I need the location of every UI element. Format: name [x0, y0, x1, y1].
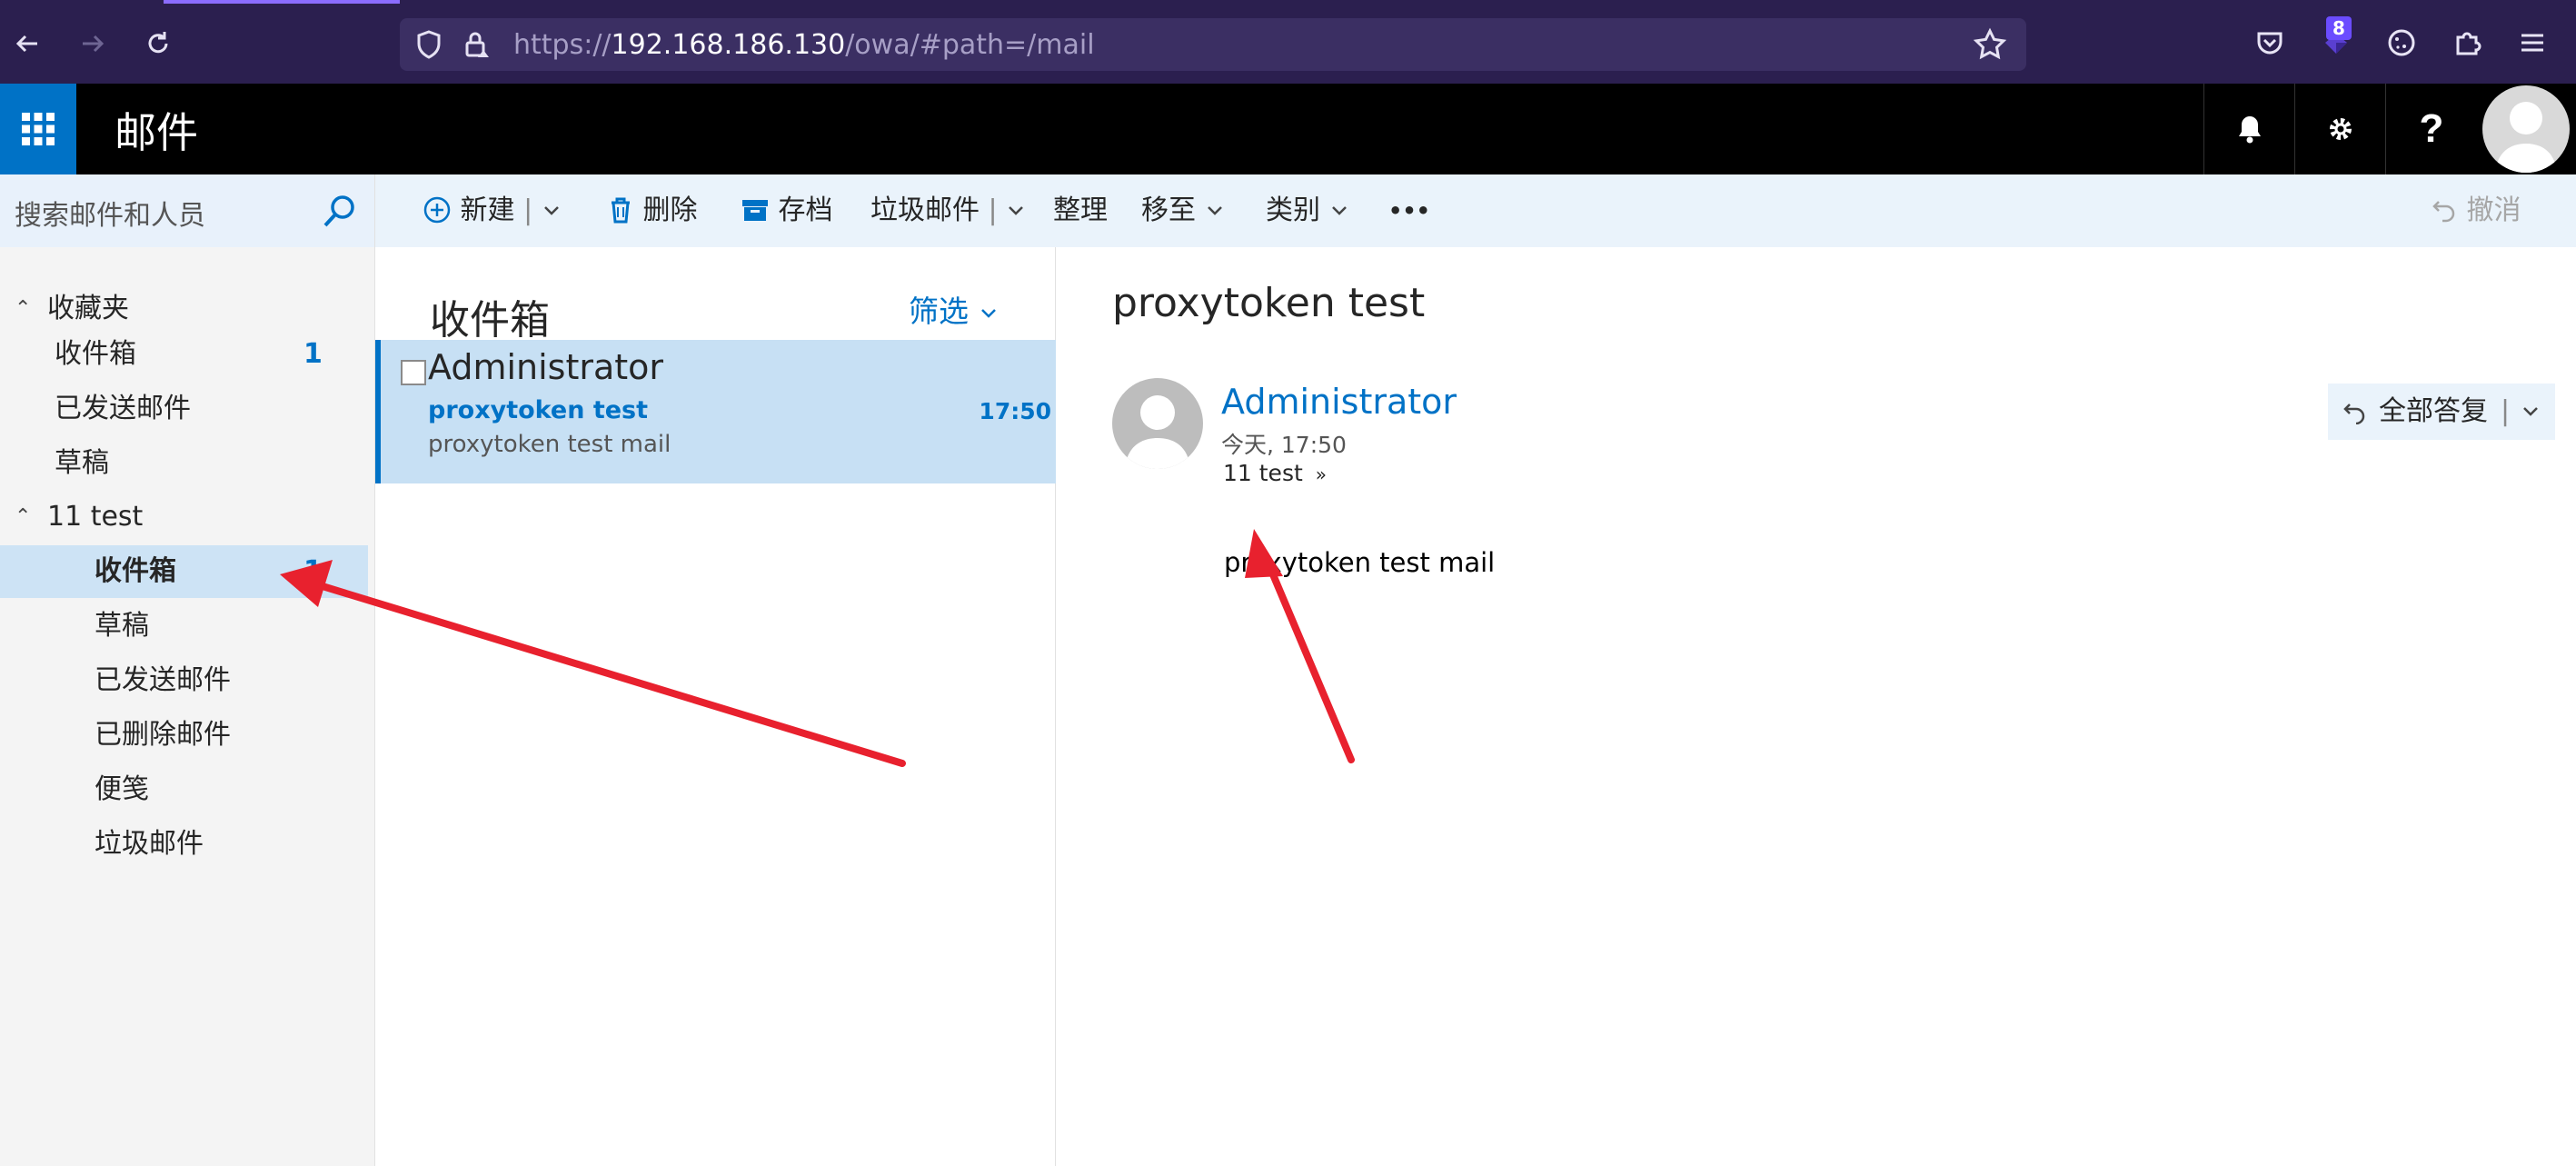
search-icon[interactable]	[320, 193, 358, 234]
reload-icon[interactable]	[138, 24, 178, 64]
chevron-down-icon[interactable]	[1006, 194, 1026, 226]
expand-recipients-icon[interactable]: »	[1316, 463, 1327, 485]
help-icon[interactable]: ?	[2385, 84, 2477, 174]
sidebar-item-junk[interactable]: 垃圾邮件	[0, 818, 368, 871]
address-bar[interactable]: https://192.168.186.130/owa/#path=/mail	[400, 18, 2026, 71]
command-bar: 新建 | 删除 存档 垃圾邮件 | 整理 移至 类别 ••• 撤消	[375, 174, 2576, 247]
app-title: 邮件	[114, 108, 198, 157]
message-sender: Administrator	[428, 347, 664, 387]
undo-icon	[2431, 194, 2467, 226]
chevron-down-icon[interactable]	[542, 194, 562, 226]
app-launcher-icon[interactable]	[0, 84, 76, 174]
more-options-button[interactable]: •••	[1388, 174, 1430, 247]
puzzle-icon[interactable]	[2446, 22, 2488, 64]
reply-all-icon	[2341, 384, 2368, 440]
sender-name[interactable]: Administrator	[1221, 382, 1457, 422]
delete-button[interactable]: 删除	[607, 174, 698, 247]
search-input[interactable]: 搜索邮件和人员	[0, 174, 374, 247]
sent-date: 今天, 17:50	[1221, 432, 1347, 458]
menu-icon[interactable]	[2511, 22, 2553, 64]
bell-icon[interactable]	[2203, 84, 2295, 174]
account-header[interactable]: ⌃ 11 test	[0, 491, 368, 543]
lock-icon[interactable]	[460, 28, 492, 65]
sidebar-item-sent[interactable]: 已发送邮件	[0, 654, 368, 707]
archive-button[interactable]: 存档	[741, 174, 833, 247]
sidebar-item-inbox[interactable]: 收件箱 1	[0, 545, 368, 598]
reading-pane: proxytoken test Administrator 今天, 17:50 …	[1056, 247, 2576, 1166]
sidebar-item-favorites-inbox[interactable]: 收件箱 1	[0, 328, 368, 381]
trash-icon	[607, 194, 643, 226]
sidebar-item-favorites-drafts[interactable]: 草稿	[0, 437, 368, 490]
app-header: 邮件 ?	[0, 84, 2576, 174]
message-subject-heading: proxytoken test	[1112, 280, 1426, 326]
reply-all-button[interactable]: 全部答复 |	[2328, 384, 2555, 440]
pocket-icon[interactable]	[2249, 22, 2291, 64]
chevron-down-icon	[1205, 194, 1225, 226]
sender-avatar	[1112, 378, 1203, 469]
active-tab-indicator	[164, 0, 400, 4]
junk-button[interactable]: 垃圾邮件 |	[870, 174, 1026, 247]
message-list: 收件箱 筛选 Administrator proxytoken test pro…	[375, 247, 1060, 1166]
separator: |	[523, 194, 533, 226]
separator: |	[988, 194, 998, 226]
chevron-down-icon	[1329, 194, 1349, 226]
back-icon[interactable]	[7, 24, 47, 64]
shield-icon[interactable]	[413, 28, 445, 65]
url-text[interactable]: https://192.168.186.130/owa/#path=/mail	[513, 29, 1095, 61]
message-time: 17:50	[979, 398, 1051, 424]
message-subject: proxytoken test	[428, 396, 649, 424]
bookmark-star-icon[interactable]	[1972, 26, 2008, 66]
sidebar-item-notes[interactable]: 便笺	[0, 763, 368, 816]
forward-icon[interactable]	[73, 24, 113, 64]
sweep-button[interactable]: 整理	[1053, 174, 1108, 247]
sidebar-item-deleted[interactable]: 已删除邮件	[0, 709, 368, 762]
sidebar-item-favorites-sent[interactable]: 已发送邮件	[0, 383, 368, 435]
message-preview: proxytoken test mail	[428, 431, 671, 458]
cookie-icon[interactable]	[2381, 22, 2422, 64]
chevron-down-icon[interactable]	[2521, 384, 2541, 440]
unread-count: 1	[303, 555, 323, 587]
move-to-button[interactable]: 移至	[1141, 174, 1225, 247]
extension-badge: 8	[2326, 16, 2352, 40]
filter-button[interactable]: 筛选	[909, 287, 999, 331]
folder-pane: 搜索邮件和人员 ⌃ 收藏夹 收件箱 1 已发送邮件 草稿 ⌃ 11 test 收…	[0, 174, 375, 1166]
unread-count: 1	[303, 338, 323, 370]
list-item[interactable]: Administrator proxytoken test proxytoken…	[375, 340, 1060, 483]
chevron-up-icon: ⌃	[15, 505, 32, 528]
avatar-icon[interactable]	[2482, 85, 2570, 173]
archive-icon	[741, 194, 779, 226]
new-button[interactable]: 新建 |	[423, 174, 562, 247]
recipient-line[interactable]: 11 test »	[1223, 460, 1327, 486]
categories-button[interactable]: 类别	[1266, 174, 1349, 247]
chevron-down-icon	[980, 309, 996, 318]
list-title: 收件箱	[430, 297, 550, 344]
sidebar-item-drafts[interactable]: 草稿	[0, 600, 368, 653]
message-body: proxytoken test mail	[1224, 547, 1496, 578]
browser-toolbar: https://192.168.186.130/owa/#path=/mail …	[0, 0, 2576, 84]
undo-button[interactable]: 撤消	[2431, 174, 2521, 247]
separator: |	[2501, 395, 2511, 427]
plus-circle-icon	[423, 194, 461, 226]
gear-icon[interactable]	[2294, 84, 2386, 174]
select-checkbox[interactable]	[401, 360, 426, 385]
search-placeholder: 搜索邮件和人员	[15, 200, 205, 232]
